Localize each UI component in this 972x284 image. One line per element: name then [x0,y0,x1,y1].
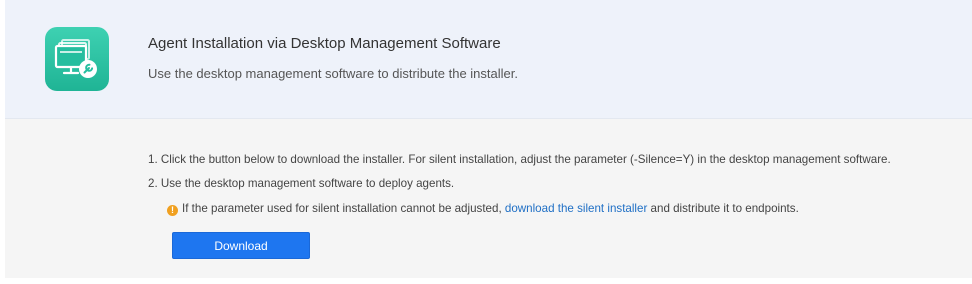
download-button[interactable]: Download [172,232,310,259]
instruction-step-2: 2. Use the desktop management software t… [148,177,455,190]
installation-card: Agent Installation via Desktop Managemen… [5,0,972,278]
note-prefix: If the parameter used for silent install… [182,202,505,215]
note-suffix: and distribute it to endpoints. [647,202,799,215]
instruction-step-1: 1. Click the button below to download th… [148,153,891,166]
desktop-management-icon [45,27,109,91]
instructions-panel: 1. Click the button below to download th… [5,119,972,278]
silent-install-note: ! If the parameter used for silent instal… [167,202,799,216]
download-silent-installer-link[interactable]: download the silent installer [505,202,647,215]
card-header: Agent Installation via Desktop Managemen… [5,0,972,119]
page-title: Agent Installation via Desktop Managemen… [148,35,501,52]
warning-icon: ! [167,205,178,216]
page-subtitle: Use the desktop management software to d… [148,66,518,81]
